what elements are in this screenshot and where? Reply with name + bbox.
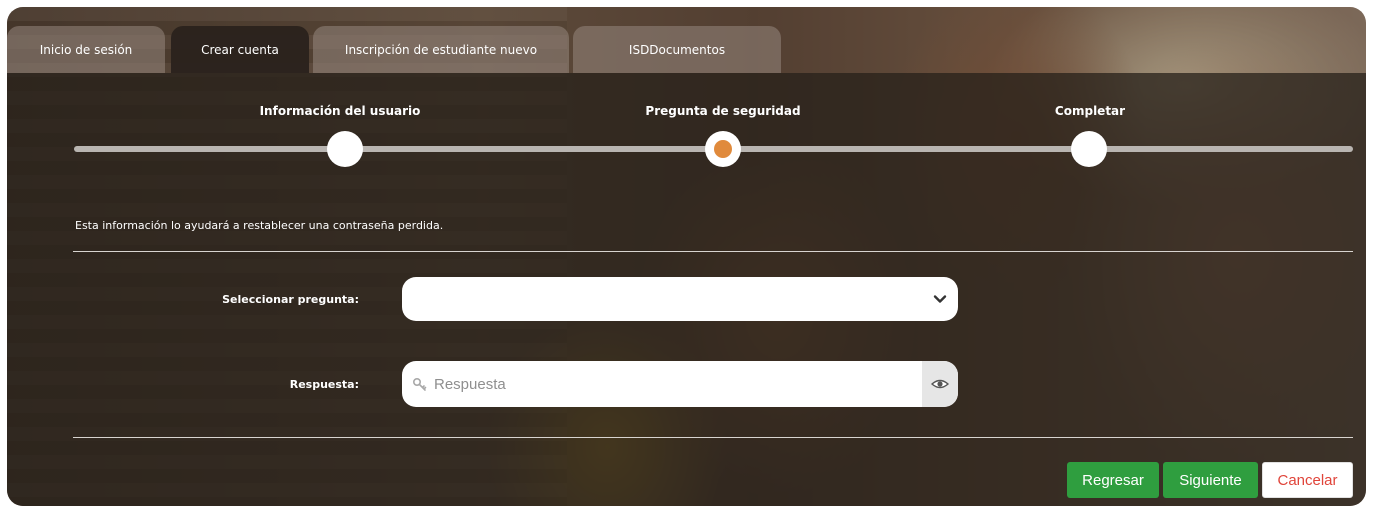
info-text: Esta información lo ayudará a restablece… — [75, 219, 444, 232]
divider-top — [73, 251, 1353, 252]
tab-create-account[interactable]: Crear cuenta — [171, 26, 309, 73]
answer-label: Respuesta: — [289, 378, 359, 391]
divider-bottom — [73, 437, 1353, 438]
answer-input[interactable] — [434, 361, 914, 407]
tab-new-student-enrollment-label: Inscripción de estudiante nuevo — [344, 42, 538, 57]
step-marker-complete — [1071, 131, 1107, 167]
question-label: Seleccionar pregunta: — [222, 293, 359, 306]
show-answer-toggle[interactable] — [922, 361, 958, 407]
step-marker-user-info — [327, 131, 363, 167]
tab-isd-documents-label: ISDDocumentos — [628, 42, 726, 57]
tab-login[interactable]: Inicio de sesión — [7, 26, 165, 73]
cancel-button[interactable]: Cancelar — [1262, 462, 1353, 498]
tab-isd-documents[interactable]: ISDDocumentos — [573, 26, 781, 73]
tab-login-label: Inicio de sesión — [39, 42, 133, 57]
eye-icon — [931, 379, 949, 389]
next-button[interactable]: Siguiente — [1163, 462, 1258, 498]
key-icon — [412, 377, 427, 391]
step-label-user-info: Información del usuario — [259, 104, 421, 118]
tab-create-account-label: Crear cuenta — [201, 42, 279, 57]
chevron-down-icon — [933, 295, 947, 303]
back-button[interactable]: Regresar — [1067, 462, 1159, 498]
tab-new-student-enrollment[interactable]: Inscripción de estudiante nuevo — [313, 26, 569, 73]
current-step-indicator — [714, 140, 732, 158]
security-question-select[interactable] — [402, 277, 958, 321]
answer-field[interactable] — [402, 361, 958, 407]
step-marker-security-question — [705, 131, 741, 167]
app-frame: Inicio de sesión Crear cuenta Inscripció… — [7, 7, 1366, 506]
step-label-security-question: Pregunta de seguridad — [645, 104, 801, 118]
step-label-complete: Completar — [1054, 104, 1126, 118]
